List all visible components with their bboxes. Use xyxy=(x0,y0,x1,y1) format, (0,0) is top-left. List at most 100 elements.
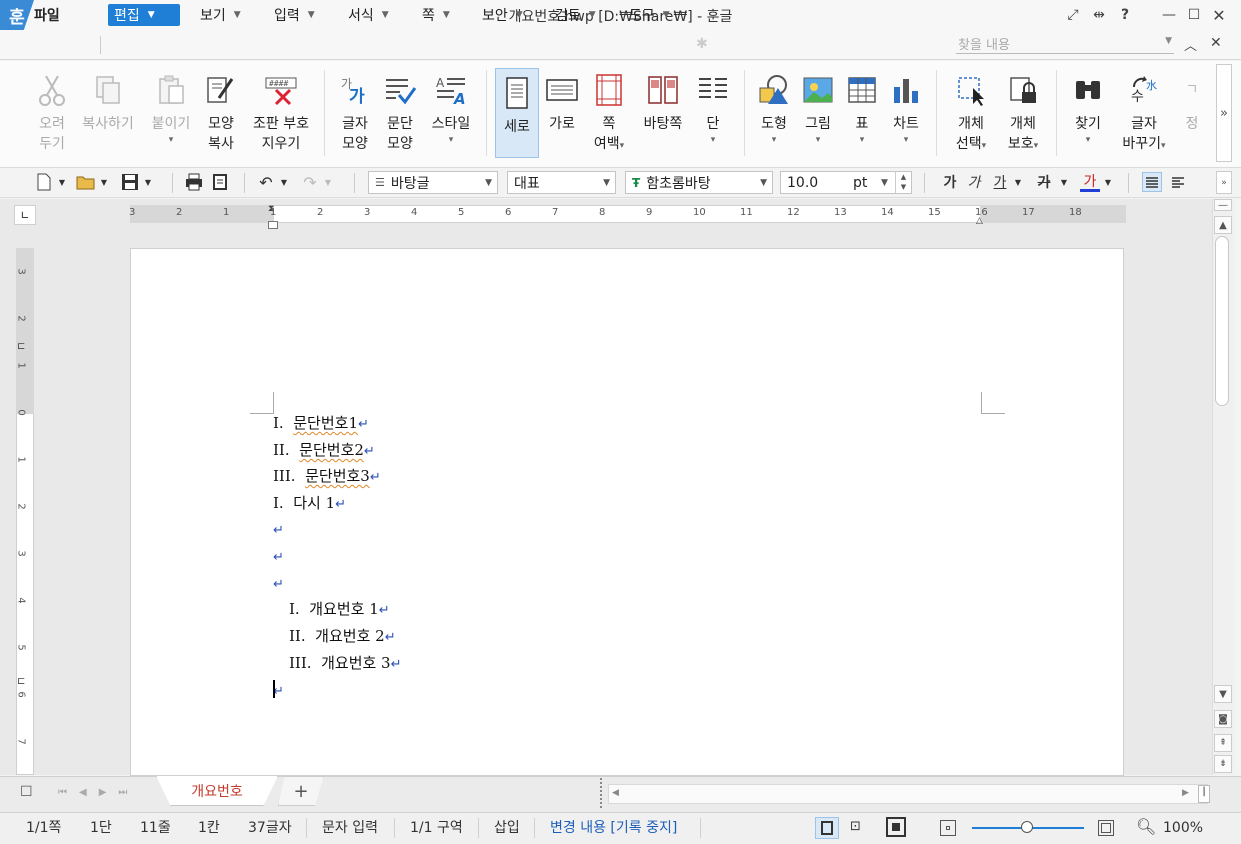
split-icon[interactable]: ⇹ xyxy=(1086,5,1112,25)
chevron-down-icon[interactable]: ▼ xyxy=(278,172,290,192)
protect-object-button[interactable]: 개체 보호▾ xyxy=(1000,66,1046,162)
char-shape-button[interactable]: 가가 글자 모양 xyxy=(334,66,376,162)
style-button[interactable]: AA 스타일 ▾ xyxy=(426,66,476,162)
document-paragraph[interactable]: III. 개요번호 3↵ xyxy=(289,652,402,674)
tab-outline-numbers[interactable]: 개요번호 xyxy=(156,776,278,806)
collapse-icon[interactable]: — xyxy=(1214,199,1232,211)
scroll-down-icon[interactable]: ▼ xyxy=(1214,685,1232,703)
page-margin-button[interactable]: 쪽 여백▾ xyxy=(588,66,630,162)
columns-button[interactable]: 단 ▾ xyxy=(692,66,734,162)
menu-view[interactable]: 보기 ▼ xyxy=(194,4,247,26)
bottom-margin-marker[interactable]: ⊏ xyxy=(17,676,25,687)
justify-align-icon[interactable] xyxy=(1142,172,1162,192)
open-folder-icon[interactable] xyxy=(76,172,96,192)
status-input-mode[interactable]: 문자 입력 xyxy=(322,819,378,837)
print-icon[interactable] xyxy=(184,172,204,192)
fit-width-view-icon[interactable]: ⊡ xyxy=(850,819,861,834)
tab-nav-icons[interactable]: ⏮◀▶⏭ xyxy=(58,787,139,798)
menu-security[interactable]: 보안 ▼ xyxy=(476,4,529,26)
menu-format[interactable]: 서식 ▼ xyxy=(342,4,395,26)
document-paragraph[interactable]: I. 개요번호 1↵ xyxy=(289,598,390,620)
underline-button[interactable]: 가 xyxy=(990,172,1010,192)
find-button[interactable]: 찾기 ▾ xyxy=(1066,66,1110,162)
chevron-down-icon[interactable]: ▼ xyxy=(1165,36,1172,46)
next-page-icon[interactable]: ⇟ xyxy=(1214,755,1232,773)
style-select[interactable]: ☰ 바탕글 ▼ xyxy=(368,171,498,194)
menu-review[interactable]: 검토 ▼ xyxy=(549,4,602,26)
status-page[interactable]: 1/1쪽 xyxy=(26,819,61,837)
toolbar-more-icon[interactable]: » xyxy=(1216,171,1232,194)
save-icon[interactable] xyxy=(120,172,140,192)
status-section[interactable]: 1/1 구역 xyxy=(410,819,463,837)
table-button[interactable]: 표 ▾ xyxy=(842,66,882,162)
splitter-handle[interactable] xyxy=(600,778,604,808)
magnifier-icon[interactable]: 🔍︎ xyxy=(1136,817,1156,836)
status-insert-mode[interactable]: 삽입 xyxy=(494,819,520,837)
zoom-level[interactable]: 100% xyxy=(1163,819,1203,837)
chart-button[interactable]: 차트 ▾ xyxy=(886,66,926,162)
right-indent-marker[interactable]: △ xyxy=(976,216,983,226)
format-copy-button[interactable]: 모양 복사 xyxy=(200,66,242,162)
portrait-button[interactable]: 세로 xyxy=(495,68,539,158)
landscape-button[interactable]: 가로 xyxy=(541,66,583,162)
document-paragraph[interactable]: III. 문단번호3↵ xyxy=(273,465,381,487)
font-size-stepper[interactable]: ▲ ▼ xyxy=(895,172,911,193)
scroll-thumb[interactable] xyxy=(1215,236,1229,406)
copy-button[interactable]: 복사하기 xyxy=(78,66,138,162)
para-shape-button[interactable]: 문단 모양 xyxy=(378,66,422,162)
clear-marks-button[interactable]: #### 조판 부호 지우기 xyxy=(248,66,314,162)
full-page-view-icon[interactable] xyxy=(886,817,906,837)
chevron-down-icon[interactable]: ▼ xyxy=(1012,172,1024,192)
close-icon[interactable]: ✕ xyxy=(1206,5,1232,25)
document-paragraph[interactable]: ↵ xyxy=(273,518,284,540)
picture-button[interactable]: 그림 ▾ xyxy=(798,66,838,162)
document-paragraph[interactable]: I. 문단번호1↵ xyxy=(273,412,369,434)
language-select[interactable]: 대표 ▼ xyxy=(507,171,616,194)
paste-button[interactable]: 붙이기 ▾ xyxy=(146,66,196,162)
scroll-left-icon[interactable]: ◀ xyxy=(612,788,619,798)
replace-button[interactable]: 수水 글자 바꾸기▾ xyxy=(1116,66,1172,162)
status-track-changes[interactable]: 변경 내용 [기록 중지] xyxy=(550,819,677,837)
new-doc-icon[interactable] xyxy=(34,172,54,192)
page-layout-view-icon[interactable] xyxy=(815,817,839,839)
tab-list-icon[interactable]: ☐ xyxy=(20,784,33,800)
undo-icon[interactable]: ↶ xyxy=(256,172,276,192)
zoom-out-icon[interactable] xyxy=(940,820,956,836)
chevron-down-icon[interactable]: ▼ xyxy=(322,172,334,192)
chevron-down-icon[interactable]: ▼ xyxy=(56,172,68,192)
document-paragraph[interactable]: II. 문단번호2↵ xyxy=(273,439,375,461)
menu-file[interactable]: 파일 xyxy=(28,4,66,26)
chevron-up-icon[interactable]: ︿ xyxy=(1184,35,1197,54)
fullscreen-icon[interactable]: ⤢ xyxy=(1060,5,1086,25)
font-select[interactable]: Ŧ 함초롬바탕 ▼ xyxy=(625,171,773,194)
select-object-button[interactable]: 개체 선택▾ xyxy=(948,66,994,162)
horizontal-scrollbar[interactable] xyxy=(608,784,1208,804)
indent-marker-icon[interactable]: ⧗ xyxy=(268,204,274,214)
preview-icon[interactable] xyxy=(210,172,230,192)
chevron-down-icon[interactable]: ▼ xyxy=(881,178,888,188)
close-doc-icon[interactable]: ✕ xyxy=(1210,35,1222,51)
status-char-count[interactable]: 37글자 xyxy=(248,819,292,837)
chevron-down-icon[interactable]: ▼ xyxy=(98,172,110,192)
scroll-up-icon[interactable]: ▲ xyxy=(1214,216,1232,234)
menu-insert[interactable]: 입력 ▼ xyxy=(268,4,321,26)
document-paragraph[interactable]: II. 개요번호 2↵ xyxy=(289,625,396,647)
cut-button[interactable]: 오려 두기 xyxy=(30,66,74,162)
menu-page[interactable]: 쪽 ▼ xyxy=(416,4,456,26)
document-paragraph[interactable]: I. 다시 1↵ xyxy=(273,492,346,514)
tab-type-icon[interactable]: ∟ xyxy=(14,205,36,225)
maximize-icon[interactable]: ☐ xyxy=(1181,5,1207,25)
help-icon[interactable]: ? xyxy=(1112,5,1138,25)
left-align-icon[interactable] xyxy=(1168,172,1188,192)
redo-icon[interactable]: ↷ xyxy=(300,172,320,192)
search-input[interactable]: 찾을 내용 ▼ xyxy=(956,34,1174,54)
page-view-icon[interactable]: ◙ xyxy=(1214,710,1232,728)
top-margin-marker[interactable]: ⊏ xyxy=(17,341,25,352)
ribbon-more-icon[interactable]: » xyxy=(1216,64,1232,162)
left-indent-marker[interactable] xyxy=(268,221,278,229)
zoom-in-icon[interactable] xyxy=(1098,820,1114,836)
menu-edit[interactable]: 편집 ▼ xyxy=(108,4,180,26)
document-paragraph[interactable]: ↵ xyxy=(273,572,284,594)
master-page-button[interactable]: 바탕쪽 xyxy=(638,66,688,162)
puzzle-icon[interactable]: ✱ xyxy=(696,36,716,54)
